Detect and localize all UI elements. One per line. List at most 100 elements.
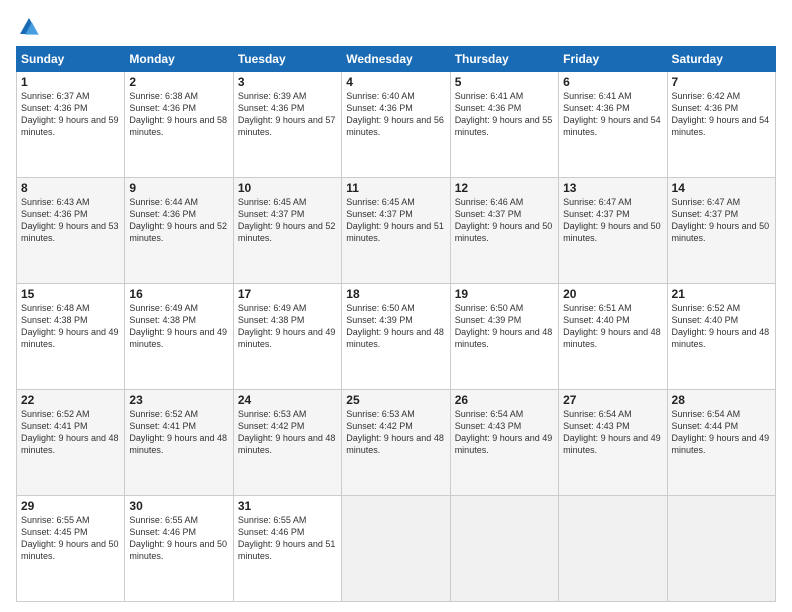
day-info: Sunrise: 6:41 AMSunset: 4:36 PMDaylight:…: [455, 91, 553, 137]
day-info: Sunrise: 6:47 AMSunset: 4:37 PMDaylight:…: [563, 197, 661, 243]
calendar-cell: 4 Sunrise: 6:40 AMSunset: 4:36 PMDayligh…: [342, 72, 450, 178]
calendar-week-row: 22 Sunrise: 6:52 AMSunset: 4:41 PMDaylig…: [17, 390, 776, 496]
calendar-cell: 17 Sunrise: 6:49 AMSunset: 4:38 PMDaylig…: [233, 284, 341, 390]
calendar-week-row: 1 Sunrise: 6:37 AMSunset: 4:36 PMDayligh…: [17, 72, 776, 178]
calendar-cell: 23 Sunrise: 6:52 AMSunset: 4:41 PMDaylig…: [125, 390, 233, 496]
calendar-cell: 7 Sunrise: 6:42 AMSunset: 4:36 PMDayligh…: [667, 72, 775, 178]
calendar-cell: 10 Sunrise: 6:45 AMSunset: 4:37 PMDaylig…: [233, 178, 341, 284]
day-number: 22: [21, 393, 120, 407]
calendar-cell: 3 Sunrise: 6:39 AMSunset: 4:36 PMDayligh…: [233, 72, 341, 178]
day-number: 27: [563, 393, 662, 407]
calendar-week-row: 8 Sunrise: 6:43 AMSunset: 4:36 PMDayligh…: [17, 178, 776, 284]
day-number: 20: [563, 287, 662, 301]
calendar-cell: 21 Sunrise: 6:52 AMSunset: 4:40 PMDaylig…: [667, 284, 775, 390]
day-number: 9: [129, 181, 228, 195]
day-info: Sunrise: 6:40 AMSunset: 4:36 PMDaylight:…: [346, 91, 444, 137]
day-info: Sunrise: 6:53 AMSunset: 4:42 PMDaylight:…: [346, 409, 444, 455]
day-number: 18: [346, 287, 445, 301]
calendar-cell: 1 Sunrise: 6:37 AMSunset: 4:36 PMDayligh…: [17, 72, 125, 178]
day-info: Sunrise: 6:47 AMSunset: 4:37 PMDaylight:…: [672, 197, 770, 243]
page: SundayMondayTuesdayWednesdayThursdayFrid…: [0, 0, 792, 612]
day-info: Sunrise: 6:54 AMSunset: 4:43 PMDaylight:…: [563, 409, 661, 455]
logo: [16, 16, 40, 38]
day-info: Sunrise: 6:54 AMSunset: 4:44 PMDaylight:…: [672, 409, 770, 455]
day-info: Sunrise: 6:49 AMSunset: 4:38 PMDaylight:…: [238, 303, 336, 349]
calendar-table: SundayMondayTuesdayWednesdayThursdayFrid…: [16, 46, 776, 602]
day-info: Sunrise: 6:55 AMSunset: 4:45 PMDaylight:…: [21, 515, 119, 561]
calendar-cell: 28 Sunrise: 6:54 AMSunset: 4:44 PMDaylig…: [667, 390, 775, 496]
calendar-cell: 22 Sunrise: 6:52 AMSunset: 4:41 PMDaylig…: [17, 390, 125, 496]
day-info: Sunrise: 6:41 AMSunset: 4:36 PMDaylight:…: [563, 91, 661, 137]
day-number: 12: [455, 181, 554, 195]
day-number: 25: [346, 393, 445, 407]
calendar-cell: 12 Sunrise: 6:46 AMSunset: 4:37 PMDaylig…: [450, 178, 558, 284]
day-info: Sunrise: 6:50 AMSunset: 4:39 PMDaylight:…: [346, 303, 444, 349]
calendar-cell: 31 Sunrise: 6:55 AMSunset: 4:46 PMDaylig…: [233, 496, 341, 602]
day-number: 3: [238, 75, 337, 89]
day-number: 6: [563, 75, 662, 89]
calendar-cell: 14 Sunrise: 6:47 AMSunset: 4:37 PMDaylig…: [667, 178, 775, 284]
calendar-cell: 5 Sunrise: 6:41 AMSunset: 4:36 PMDayligh…: [450, 72, 558, 178]
calendar-cell: 8 Sunrise: 6:43 AMSunset: 4:36 PMDayligh…: [17, 178, 125, 284]
calendar-cell: 30 Sunrise: 6:55 AMSunset: 4:46 PMDaylig…: [125, 496, 233, 602]
calendar-cell: [559, 496, 667, 602]
day-header-thursday: Thursday: [450, 47, 558, 72]
day-number: 31: [238, 499, 337, 513]
day-info: Sunrise: 6:38 AMSunset: 4:36 PMDaylight:…: [129, 91, 227, 137]
day-number: 1: [21, 75, 120, 89]
day-number: 5: [455, 75, 554, 89]
day-info: Sunrise: 6:44 AMSunset: 4:36 PMDaylight:…: [129, 197, 227, 243]
calendar-cell: 29 Sunrise: 6:55 AMSunset: 4:45 PMDaylig…: [17, 496, 125, 602]
day-number: 21: [672, 287, 771, 301]
day-info: Sunrise: 6:54 AMSunset: 4:43 PMDaylight:…: [455, 409, 553, 455]
day-info: Sunrise: 6:49 AMSunset: 4:38 PMDaylight:…: [129, 303, 227, 349]
day-header-monday: Monday: [125, 47, 233, 72]
calendar-cell: 6 Sunrise: 6:41 AMSunset: 4:36 PMDayligh…: [559, 72, 667, 178]
day-header-friday: Friday: [559, 47, 667, 72]
day-info: Sunrise: 6:55 AMSunset: 4:46 PMDaylight:…: [129, 515, 227, 561]
day-number: 10: [238, 181, 337, 195]
day-info: Sunrise: 6:37 AMSunset: 4:36 PMDaylight:…: [21, 91, 119, 137]
calendar-cell: 18 Sunrise: 6:50 AMSunset: 4:39 PMDaylig…: [342, 284, 450, 390]
day-info: Sunrise: 6:42 AMSunset: 4:36 PMDaylight:…: [672, 91, 770, 137]
day-info: Sunrise: 6:48 AMSunset: 4:38 PMDaylight:…: [21, 303, 119, 349]
day-header-tuesday: Tuesday: [233, 47, 341, 72]
calendar-cell: 11 Sunrise: 6:45 AMSunset: 4:37 PMDaylig…: [342, 178, 450, 284]
day-number: 13: [563, 181, 662, 195]
day-number: 28: [672, 393, 771, 407]
calendar-week-row: 29 Sunrise: 6:55 AMSunset: 4:45 PMDaylig…: [17, 496, 776, 602]
calendar-cell: [342, 496, 450, 602]
day-info: Sunrise: 6:39 AMSunset: 4:36 PMDaylight:…: [238, 91, 336, 137]
day-header-wednesday: Wednesday: [342, 47, 450, 72]
calendar-cell: 2 Sunrise: 6:38 AMSunset: 4:36 PMDayligh…: [125, 72, 233, 178]
day-number: 8: [21, 181, 120, 195]
day-info: Sunrise: 6:55 AMSunset: 4:46 PMDaylight:…: [238, 515, 336, 561]
day-info: Sunrise: 6:45 AMSunset: 4:37 PMDaylight:…: [238, 197, 336, 243]
calendar-cell: [667, 496, 775, 602]
day-info: Sunrise: 6:43 AMSunset: 4:36 PMDaylight:…: [21, 197, 119, 243]
day-number: 2: [129, 75, 228, 89]
day-number: 19: [455, 287, 554, 301]
day-number: 16: [129, 287, 228, 301]
day-number: 4: [346, 75, 445, 89]
day-number: 11: [346, 181, 445, 195]
day-info: Sunrise: 6:50 AMSunset: 4:39 PMDaylight:…: [455, 303, 553, 349]
day-number: 14: [672, 181, 771, 195]
day-number: 23: [129, 393, 228, 407]
calendar-week-row: 15 Sunrise: 6:48 AMSunset: 4:38 PMDaylig…: [17, 284, 776, 390]
calendar-cell: [450, 496, 558, 602]
calendar-header-row: SundayMondayTuesdayWednesdayThursdayFrid…: [17, 47, 776, 72]
day-number: 15: [21, 287, 120, 301]
calendar-cell: 25 Sunrise: 6:53 AMSunset: 4:42 PMDaylig…: [342, 390, 450, 496]
day-number: 7: [672, 75, 771, 89]
day-number: 17: [238, 287, 337, 301]
day-header-sunday: Sunday: [17, 47, 125, 72]
calendar-cell: 27 Sunrise: 6:54 AMSunset: 4:43 PMDaylig…: [559, 390, 667, 496]
calendar-cell: 13 Sunrise: 6:47 AMSunset: 4:37 PMDaylig…: [559, 178, 667, 284]
calendar-cell: 9 Sunrise: 6:44 AMSunset: 4:36 PMDayligh…: [125, 178, 233, 284]
logo-icon: [18, 16, 40, 38]
day-number: 24: [238, 393, 337, 407]
day-info: Sunrise: 6:46 AMSunset: 4:37 PMDaylight:…: [455, 197, 553, 243]
calendar-cell: 24 Sunrise: 6:53 AMSunset: 4:42 PMDaylig…: [233, 390, 341, 496]
calendar-cell: 26 Sunrise: 6:54 AMSunset: 4:43 PMDaylig…: [450, 390, 558, 496]
